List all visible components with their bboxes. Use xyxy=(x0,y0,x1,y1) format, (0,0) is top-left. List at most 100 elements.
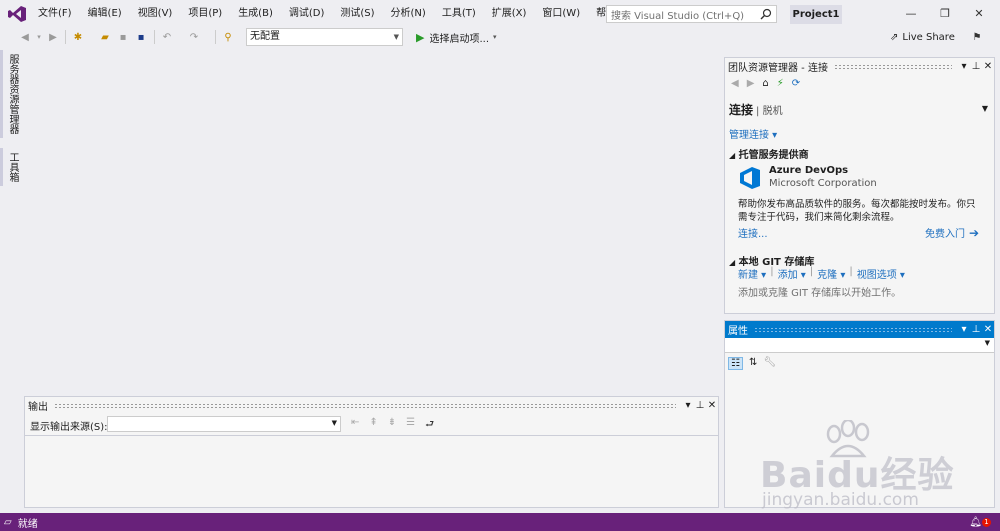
manage-connections-link[interactable]: 管理连接 ▾ xyxy=(729,126,777,141)
menu-item-file[interactable]: 文件(F) xyxy=(30,0,80,28)
left-tool-tabs: 服务器资源管理器 工具箱 xyxy=(0,50,18,196)
close-icon[interactable]: ✕ xyxy=(982,324,994,335)
free-start-link[interactable]: 免费入门 ➔ xyxy=(925,225,979,241)
live-share-button[interactable]: ⇗ Live Share xyxy=(890,28,955,46)
git-new-button[interactable]: 新建 ▾ xyxy=(738,266,766,281)
play-icon: ▶ xyxy=(416,30,425,44)
tab-server-explorer[interactable]: 服务器资源管理器 xyxy=(0,50,22,138)
minimize-icon: — xyxy=(905,6,917,20)
new-project-icon[interactable]: ✱ xyxy=(71,29,85,45)
connect-link[interactable]: 连接... xyxy=(738,225,768,240)
chevron-down-icon: ▼ xyxy=(331,419,337,427)
status-icon: ▱ xyxy=(4,516,12,528)
menu-item-project[interactable]: 项目(P) xyxy=(180,0,230,28)
back-icon[interactable]: ◀ xyxy=(18,29,32,45)
categorized-icon[interactable]: ☷ xyxy=(728,357,743,370)
back-icon[interactable]: ◀ xyxy=(731,78,739,89)
wrench-icon[interactable]: 🔧︎ xyxy=(763,357,776,370)
git-clone-button[interactable]: 克隆 ▾ xyxy=(817,266,845,281)
team-explorer-panel: 团队资源管理器 - 连接 ▾ ⊥ ✕ ◀ ▶ ⌂ ⚡ ⟳ 连接 | 脱机 ▼ 管… xyxy=(724,57,995,314)
previous-message-icon[interactable]: ⇞ xyxy=(369,417,377,434)
configuration-dropdown[interactable]: 无配置 ▼ xyxy=(246,28,403,46)
forward-icon[interactable]: ▶ xyxy=(747,78,755,89)
project-name-badge: Project1 xyxy=(790,5,842,24)
menu-item-view[interactable]: 视图(V) xyxy=(130,0,181,28)
find-icon[interactable]: ⚲ xyxy=(221,29,235,45)
azure-devops-logo-icon xyxy=(740,167,760,189)
hosted-section-header[interactable]: ◢ 托管服务提供商 xyxy=(729,146,809,161)
title-bar: 文件(F) 编辑(E) 视图(V) 项目(P) 生成(B) 调试(D) 测试(S… xyxy=(0,0,1000,28)
word-wrap-icon[interactable]: ⮐ xyxy=(425,417,434,434)
plug-icon[interactable]: ⚡ xyxy=(777,78,784,89)
notification-icon[interactable]: 🔔︎ xyxy=(969,517,982,528)
pin-icon[interactable]: ⊥ xyxy=(970,324,982,335)
open-file-icon[interactable]: ▰ xyxy=(98,29,112,45)
output-content[interactable] xyxy=(25,435,718,507)
output-title: 输出 xyxy=(28,402,48,413)
search-icon xyxy=(760,8,772,20)
dropdown-icon[interactable]: ▾ xyxy=(682,400,694,411)
start-button[interactable]: ▶ 选择启动项... ▾ xyxy=(416,28,497,46)
undo-icon[interactable]: ↶ xyxy=(160,29,174,45)
close-icon[interactable]: ✕ xyxy=(982,61,994,72)
output-titlebar: 输出 ▾ ⊥ ✕ xyxy=(25,397,718,414)
properties-titlebar: 属性 ▾ ⊥ ✕ xyxy=(725,321,994,338)
feedback-icon[interactable]: ⚑ xyxy=(970,29,984,45)
back-dropdown-icon[interactable]: ▾ xyxy=(35,29,43,45)
next-message-icon[interactable]: ⇟ xyxy=(388,417,396,434)
free-start-label: 免费入门 xyxy=(925,229,965,240)
menu-item-edit[interactable]: 编辑(E) xyxy=(80,0,130,28)
clear-all-icon[interactable]: ☰ xyxy=(406,417,415,434)
git-hint: 添加或克隆 GIT 存储库以开始工作。 xyxy=(738,288,902,299)
start-label: 选择启动项... xyxy=(429,33,490,45)
team-explorer-title: 团队资源管理器 - 连接 xyxy=(728,63,828,74)
restore-button[interactable]: ❐ xyxy=(934,4,956,22)
manage-connections-label: 管理连接 xyxy=(729,130,769,141)
properties-title: 属性 xyxy=(728,326,748,337)
menu-item-window[interactable]: 窗口(W) xyxy=(534,0,588,28)
redo-icon[interactable]: ↷ xyxy=(187,29,201,45)
output-panel: 输出 ▾ ⊥ ✕ 显示输出来源(S): ▼ ⇤ ⇞ ⇟ ☰ ⮐ xyxy=(24,396,719,508)
menu-item-test[interactable]: 测试(S) xyxy=(332,0,382,28)
close-icon[interactable]: ✕ xyxy=(706,400,718,411)
close-icon: ✕ xyxy=(974,6,984,20)
minimize-button[interactable]: — xyxy=(900,4,922,22)
refresh-icon[interactable]: ⟳ xyxy=(792,78,800,89)
live-share-label: Live Share xyxy=(902,31,955,43)
restore-icon: ❐ xyxy=(940,6,950,20)
output-toolbar: ⇤ ⇞ ⇟ ☰ ⮐ xyxy=(351,417,434,434)
menu-item-extensions[interactable]: 扩展(X) xyxy=(484,0,535,28)
search-input[interactable]: 搜索 Visual Studio (Ctrl+Q) xyxy=(606,5,777,23)
chevron-down-icon: ▼ xyxy=(393,33,399,41)
forward-icon[interactable]: ▶ xyxy=(46,29,60,45)
output-source-label: 显示输出来源(S): xyxy=(30,422,108,433)
home-icon[interactable]: ⌂ xyxy=(762,78,768,89)
search-placeholder: 搜索 Visual Studio (Ctrl+Q) xyxy=(611,10,745,22)
git-add-button[interactable]: 添加 ▾ xyxy=(778,266,806,281)
output-source-dropdown[interactable]: ▼ xyxy=(107,416,341,432)
chevron-down-icon[interactable]: ▼ xyxy=(982,104,988,113)
pin-icon[interactable]: ⊥ xyxy=(970,61,982,72)
git-view-options-button[interactable]: 视图选项 ▾ xyxy=(857,266,905,281)
object-selector[interactable]: ▼ xyxy=(725,338,994,353)
menu-item-debug[interactable]: 调试(D) xyxy=(281,0,333,28)
goto-source-icon[interactable]: ⇤ xyxy=(351,417,359,434)
save-all-icon[interactable]: ▪ xyxy=(134,29,148,45)
configuration-value: 无配置 xyxy=(250,31,280,42)
save-icon[interactable]: ▪ xyxy=(116,29,130,45)
team-heading: 连接 xyxy=(729,103,754,117)
pin-icon[interactable]: ⊥ xyxy=(694,400,706,411)
menu-item-analyze[interactable]: 分析(N) xyxy=(383,0,434,28)
collapse-icon: ◢ xyxy=(729,258,736,267)
team-heading-sub: | 脱机 xyxy=(756,106,783,117)
baidu-watermark: Baidu经验 jingyan.baidu.com xyxy=(742,420,992,513)
alphabetical-icon[interactable]: ⇅ xyxy=(749,357,757,370)
menu-item-tools[interactable]: 工具(T) xyxy=(434,0,484,28)
tab-toolbox[interactable]: 工具箱 xyxy=(0,148,22,186)
dropdown-icon[interactable]: ▾ xyxy=(958,61,970,72)
menu-item-build[interactable]: 生成(B) xyxy=(230,0,281,28)
dropdown-icon[interactable]: ▾ xyxy=(958,324,970,335)
close-button[interactable]: ✕ xyxy=(968,4,990,22)
collapse-icon: ◢ xyxy=(729,151,736,160)
notification-badge: 1 xyxy=(982,518,991,527)
